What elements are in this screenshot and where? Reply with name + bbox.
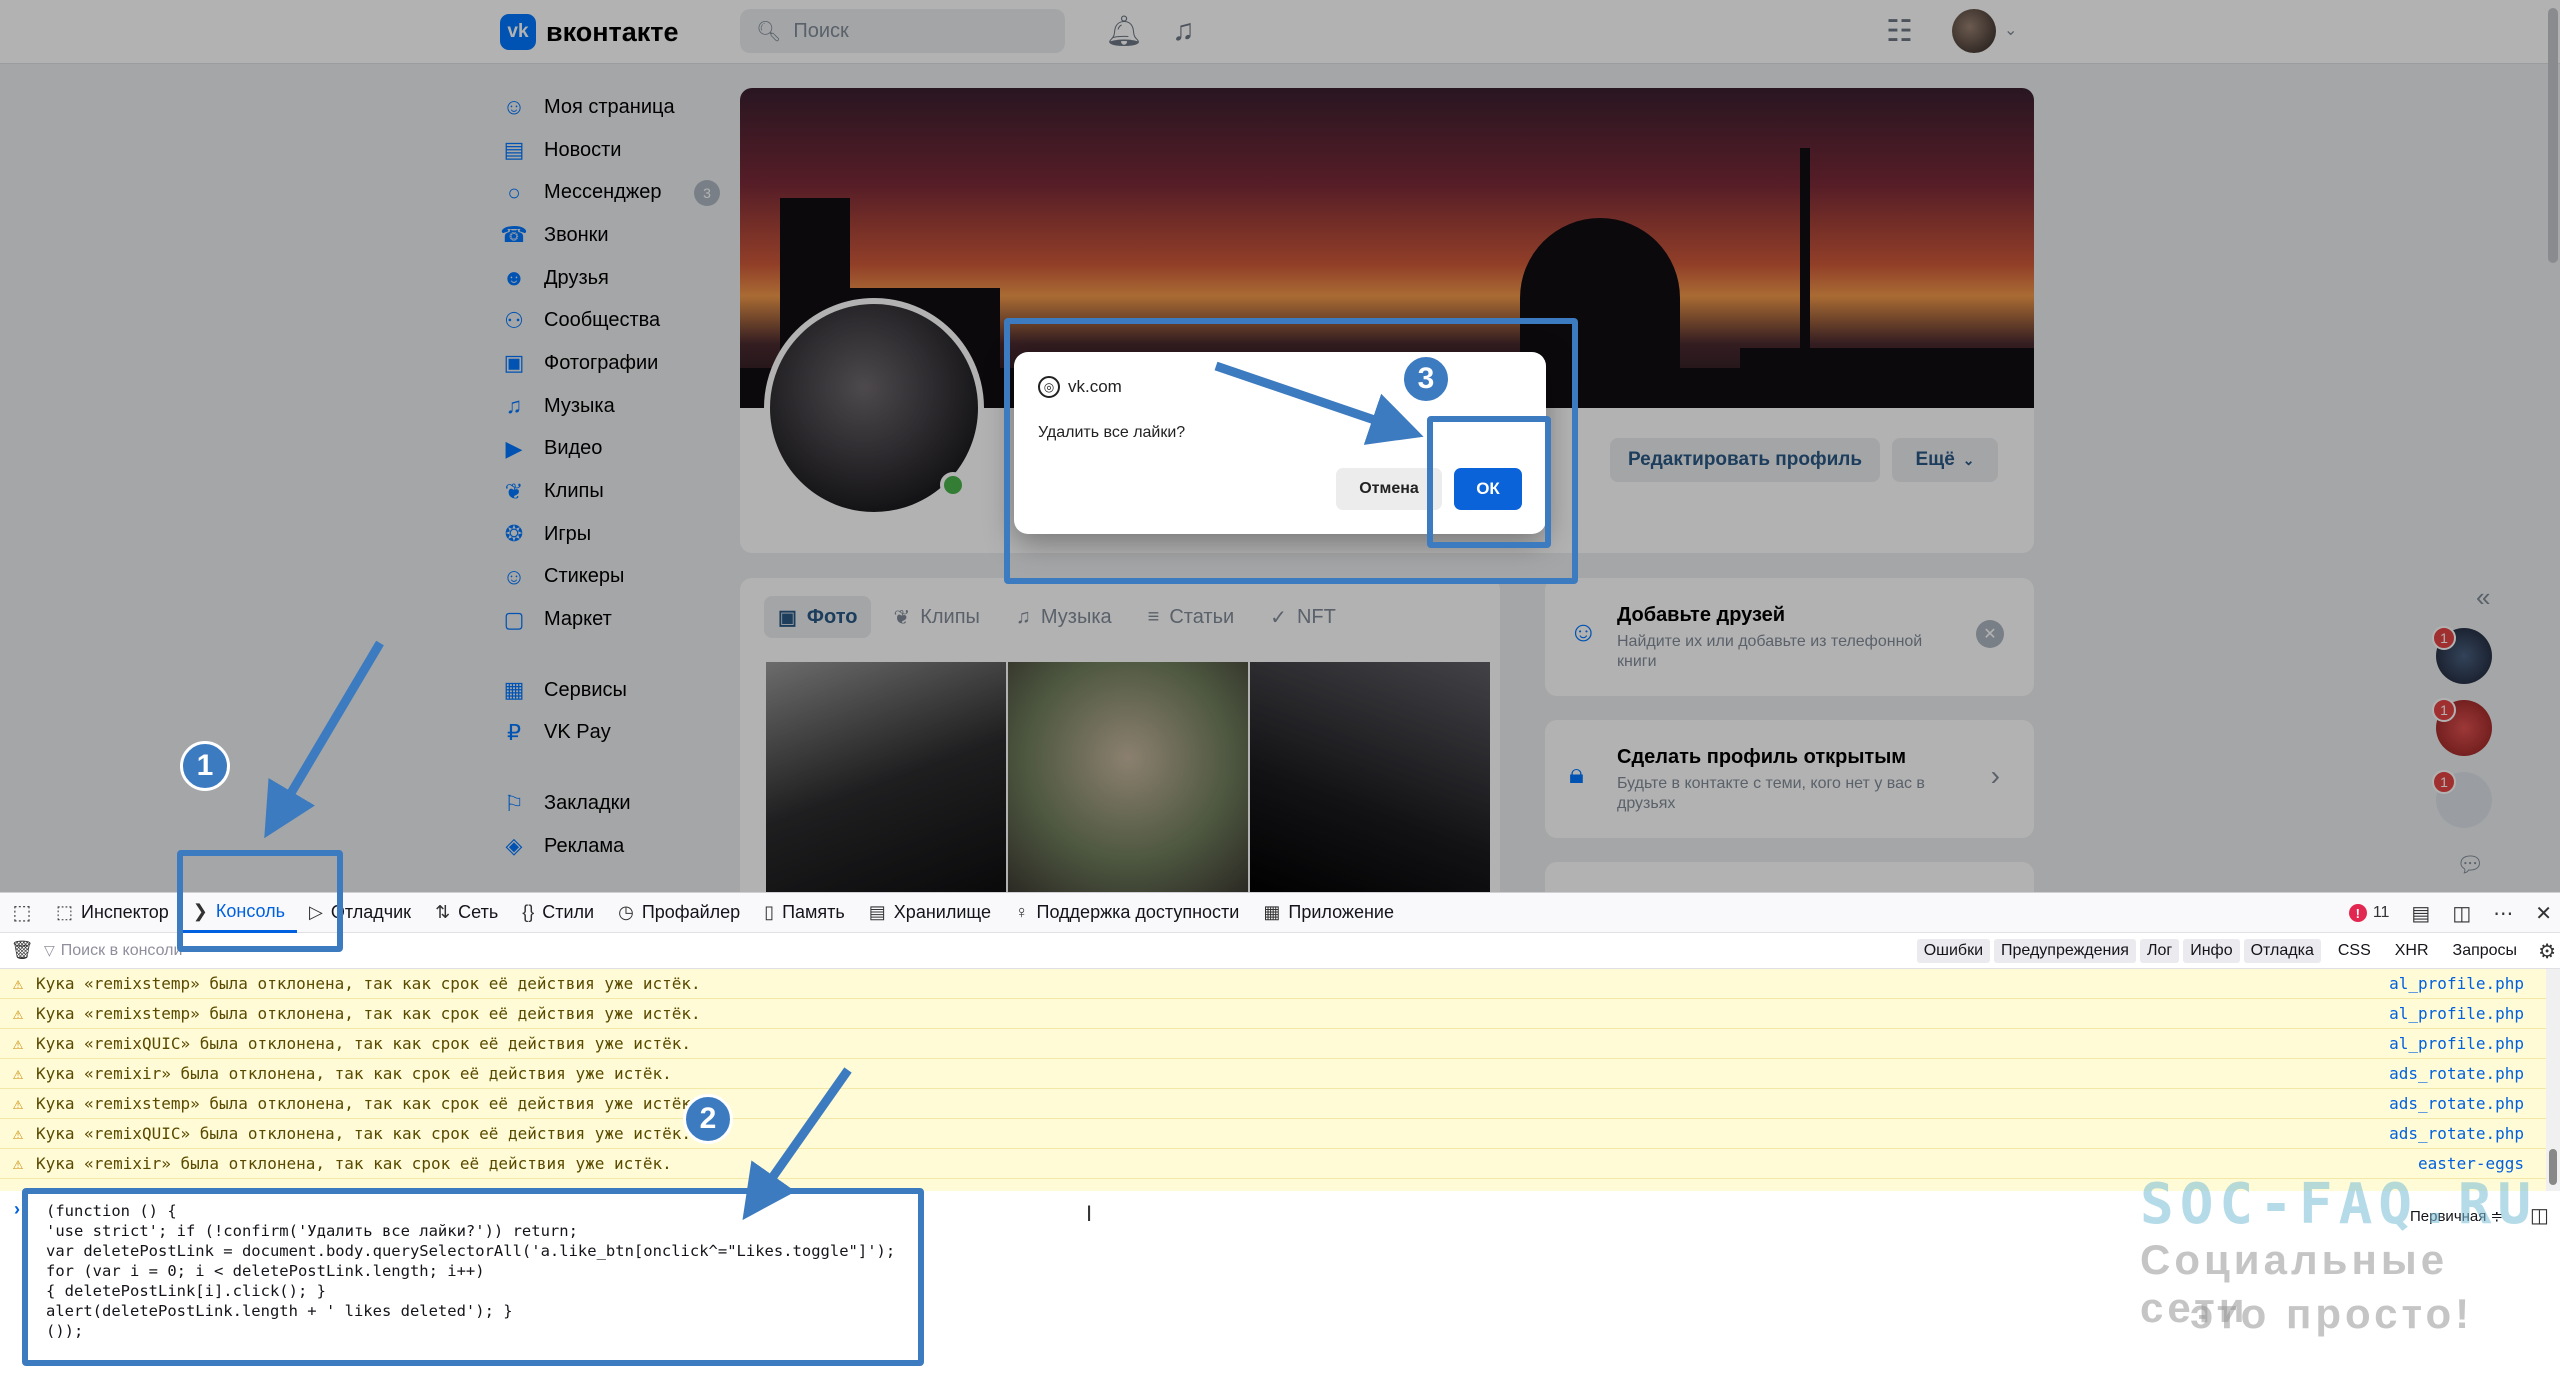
console-log-row: ⚠ Кука «remixQUIC» была отклонена, так ка… (0, 1029, 2546, 1059)
devtools-tab-label: Инспектор (81, 902, 169, 922)
log-source-link[interactable]: easter-eggs (2418, 1154, 2524, 1173)
log-message: Кука «remixstemp» была отклонена, так ка… (36, 1004, 701, 1023)
log-source-link[interactable]: ads_rotate.php (2389, 1124, 2524, 1143)
watermark-slogan-2: это просто! (2190, 1290, 2474, 1337)
responsive-design-icon[interactable]: ▤ (2411, 901, 2430, 926)
devtools-tab-accessibility[interactable]: ♀ Поддержка доступности (1003, 893, 1251, 933)
log-message: Кука «remixQUIC» была отклонена, так как… (36, 1034, 692, 1053)
devtools-toolbar: ⬚ ⬚ Инспектор ❯ Консоль ▷ Отладчик ⇅ Сеть{} Стил… (0, 893, 2560, 933)
devtools-tab-label: Хранилище (893, 902, 991, 922)
log-message: Кука «remixir» была отклонена, так как с… (36, 1154, 672, 1173)
devtools-tab-label: Профайлер (641, 902, 741, 922)
type-filter-button[interactable]: CSS (2331, 939, 2378, 963)
devtools-tab-profiler[interactable]: ◷ Профайлер (606, 893, 752, 933)
network-icon: ⇅ (435, 902, 451, 922)
highlight-code (22, 1188, 924, 1366)
warning-icon: ⚠ (12, 1003, 24, 1024)
log-source-link[interactable]: ads_rotate.php (2389, 1094, 2524, 1113)
log-source-link[interactable]: al_profile.php (2389, 1004, 2524, 1023)
watermark-site: SOC-FAQ.RU (2140, 1172, 2538, 1237)
styles-icon: {} (522, 902, 535, 922)
dock-icon[interactable]: ◫ (2452, 901, 2471, 926)
memory-icon: ▯ (764, 902, 775, 922)
devtools-tab-label: Сеть (458, 902, 499, 922)
accessibility-icon: ♀ (1015, 902, 1029, 922)
log-source-link[interactable]: al_profile.php (2389, 1034, 2524, 1053)
devtools-tab-inspector[interactable]: ⬚ Инспектор (44, 893, 181, 933)
storage-icon: ▤ (868, 902, 886, 922)
warning-icon: ⚠ (12, 1093, 24, 1114)
console-output: ⚠ Кука «remixstemp» была отклонена, так к… (0, 969, 2546, 1191)
close-icon[interactable]: ✕ (2535, 901, 2552, 926)
devtools-tab-application[interactable]: ▦ Приложение (1251, 893, 1406, 933)
level-filter-button[interactable]: Лог (2139, 939, 2180, 963)
gear-icon[interactable]: ⚙ (2538, 939, 2556, 964)
trash-icon[interactable]: 🗑︎ (0, 940, 44, 961)
level-filter-button[interactable]: Отладка (2243, 939, 2321, 963)
more-options-icon[interactable]: ⋯ (2493, 901, 2513, 926)
warning-icon: ⚠ (12, 1123, 24, 1144)
devtools-tab-network[interactable]: ⇅ Сеть (423, 893, 510, 933)
level-filter-button[interactable]: Инфо (2183, 939, 2240, 963)
console-level-filters: Ошибки Предупреждения Лог Инфо Отладка CSS XHR… (1913, 933, 2556, 969)
type-filter-button[interactable]: XHR (2388, 939, 2436, 963)
devtools-toolbar-right: ! 11 ▤ ◫ ⋯ ✕ (2348, 893, 2552, 933)
devtools-tab-label: Приложение (1288, 902, 1394, 922)
devtools-tab-label: Память (782, 902, 845, 922)
console-log-row: ⚠ Кука «remixstemp» была отклонена, так к… (0, 969, 2546, 999)
inspector-icon: ⬚ (56, 902, 74, 922)
devtools-tab-label: Поддержка доступности (1036, 902, 1240, 922)
console-log-row: ⚠ Кука «remixstemp» была отклонена, так к… (0, 999, 2546, 1029)
filter-icon: ▽ (44, 942, 55, 958)
devtools-tab-label: Стили (542, 902, 595, 922)
type-filter-button[interactable]: Запросы (2446, 939, 2525, 963)
devtools-tab-memory[interactable]: ▯ Память (752, 893, 857, 933)
console-log-row: ⚠ Кука «remixstemp» была отклонена, так к… (0, 1089, 2546, 1119)
element-picker-icon[interactable]: ⬚ (0, 893, 44, 933)
console-log-row: ⚠ Кука «remixQUIC» была отклонена, так ка… (0, 1119, 2546, 1149)
warning-icon: ⚠ (12, 1153, 24, 1174)
warning-icon: ⚠ (12, 1033, 24, 1054)
level-filter-button[interactable]: Предупреждения (1994, 939, 2136, 963)
step-1-badge: 1 (180, 741, 230, 791)
log-message: Кука «remixir» была отклонена, так как с… (36, 1064, 672, 1083)
log-message: Кука «remixstemp» была отклонена, так ка… (36, 1094, 701, 1113)
console-scrollbar[interactable] (2546, 969, 2560, 1191)
text-cursor-icon: I (1086, 1201, 1093, 1226)
highlight-console-tab (177, 850, 343, 952)
devtools-tab-styles[interactable]: {} Стили (510, 893, 606, 933)
step-2-badge: 2 (683, 1094, 733, 1144)
log-source-link[interactable]: ads_rotate.php (2389, 1064, 2524, 1083)
level-filter-button[interactable]: Ошибки (1916, 939, 1991, 963)
devtools-tab-storage[interactable]: ▤ Хранилище (857, 893, 1003, 933)
error-count: 11 (2372, 904, 2390, 921)
console-filter-bar: 🗑︎ ▽ Поиск в консоли Ошибки Предупреждени… (0, 933, 2560, 969)
profiler-icon: ◷ (618, 902, 634, 922)
log-message: Кука «remixstemp» была отклонена, так ка… (36, 974, 701, 993)
application-icon: ▦ (1263, 902, 1281, 922)
highlight-ok-button (1427, 416, 1551, 548)
error-counter[interactable]: ! 11 (2348, 904, 2390, 922)
warning-icon: ⚠ (12, 1063, 24, 1084)
prompt-chevron-icon: › (14, 1199, 20, 1219)
step-3-badge: 3 (1401, 354, 1451, 404)
log-source-link[interactable]: al_profile.php (2389, 974, 2524, 993)
error-icon: ! (2348, 904, 2367, 922)
console-log-row: ⚠ Кука «remixir» была отклонена, так как … (0, 1059, 2546, 1089)
log-message: Кука «remixQUIC» была отклонена, так как… (36, 1124, 692, 1143)
warning-icon: ⚠ (12, 973, 24, 994)
console-search-placeholder: Поиск в консоли (60, 941, 183, 959)
